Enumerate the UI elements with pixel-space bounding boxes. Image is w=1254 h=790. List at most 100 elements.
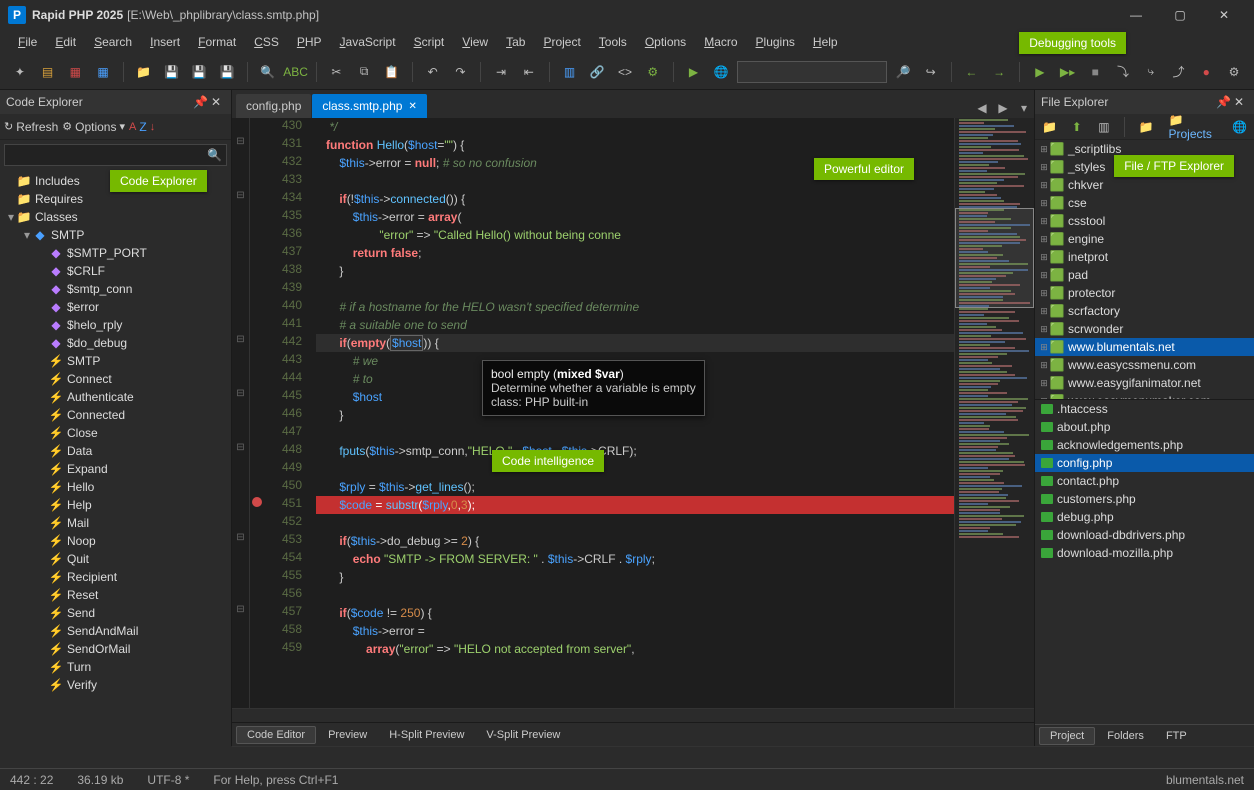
tree-item-recipient[interactable]: ⚡Recipient (0, 568, 231, 586)
paste-icon[interactable]: 📋 (380, 60, 404, 84)
tree-item-data[interactable]: ⚡Data (0, 442, 231, 460)
tree-item-smtp[interactable]: ⚡SMTP (0, 352, 231, 370)
tree-item-hello[interactable]: ⚡Hello (0, 478, 231, 496)
undo-icon[interactable]: ↶ (421, 60, 445, 84)
menu-script[interactable]: Script (406, 33, 453, 51)
view-tab-h-split-preview[interactable]: H-Split Preview (379, 727, 474, 743)
tree-item-error[interactable]: ◆$error (0, 298, 231, 316)
folder-item[interactable]: ⊞🟩scrfactory (1035, 302, 1254, 320)
tree-item-sendormail[interactable]: ⚡SendOrMail (0, 640, 231, 658)
tree-item-reset[interactable]: ⚡Reset (0, 586, 231, 604)
fe-tab-project[interactable]: Project (1039, 727, 1095, 745)
save-icon[interactable]: 💾 (160, 60, 184, 84)
folder-item[interactable]: ⊞🟩chkver (1035, 176, 1254, 194)
folder-item[interactable]: ⊞🟩www.blumentals.net (1035, 338, 1254, 356)
code-line[interactable] (316, 424, 954, 442)
run-icon[interactable]: ▶ (682, 60, 706, 84)
debug-stop-icon[interactable]: ■ (1083, 60, 1107, 84)
breakpoint-gutter[interactable] (250, 118, 264, 708)
fe-tab-ftp[interactable]: FTP (1156, 728, 1197, 744)
tree-item-smtpconn[interactable]: ◆$smtp_conn (0, 280, 231, 298)
tree-item-sendandmail[interactable]: ⚡SendAndMail (0, 622, 231, 640)
copy-icon[interactable]: ⧉ (352, 60, 376, 84)
tree-item-help[interactable]: ⚡Help (0, 496, 231, 514)
search-input[interactable] (5, 145, 203, 165)
open-icon[interactable]: 📁 (132, 60, 156, 84)
window-maximize-button[interactable]: ▢ (1158, 0, 1202, 30)
goto-icon[interactable]: ↪ (919, 60, 943, 84)
tree-item-expand[interactable]: ⚡Expand (0, 460, 231, 478)
file-item[interactable]: debug.php (1035, 508, 1254, 526)
pin-icon[interactable]: 📌 (193, 95, 207, 109)
folder-item[interactable]: ⊞🟩protector (1035, 284, 1254, 302)
tab-prev-icon[interactable]: ◀ (972, 98, 992, 118)
tree-item-close[interactable]: ⚡Close (0, 424, 231, 442)
code-line[interactable]: if(!$this->connected()) { (316, 190, 954, 208)
menu-format[interactable]: Format (190, 33, 244, 51)
new-html-icon[interactable]: ▦ (63, 60, 87, 84)
code-line[interactable] (316, 514, 954, 532)
window-close-button[interactable]: ✕ (1202, 0, 1246, 30)
menu-css[interactable]: CSS (246, 33, 287, 51)
url-input[interactable] (737, 61, 887, 83)
panel-close-icon[interactable]: ✕ (211, 95, 225, 109)
code-line[interactable]: echo "SMTP -> FROM SERVER: " . $this->CR… (316, 550, 954, 568)
tool-icon[interactable]: ⚙ (641, 60, 665, 84)
redo-icon[interactable]: ↷ (448, 60, 472, 84)
tree-item-helorply[interactable]: ◆$helo_rply (0, 316, 231, 334)
code-line[interactable]: $this->error = array( (316, 208, 954, 226)
minimap[interactable] (954, 118, 1034, 708)
code-line[interactable] (316, 460, 954, 478)
folder-item[interactable]: ⊞🟩www.easygifanimator.net (1035, 374, 1254, 392)
globe-icon[interactable]: 🌐 (1229, 115, 1250, 139)
code-line[interactable]: function Hello($host="") { (316, 136, 954, 154)
tree-item-mail[interactable]: ⚡Mail (0, 514, 231, 532)
nav-fwd-icon[interactable]: → (987, 60, 1011, 84)
folder-item[interactable]: ⊞🟩engine (1035, 230, 1254, 248)
brand-link[interactable]: blumentals.net (1166, 773, 1244, 787)
code-line[interactable]: if($code != 250) { (316, 604, 954, 622)
breakpoint-icon[interactable]: ● (1194, 60, 1218, 84)
menu-javascript[interactable]: JavaScript (332, 33, 404, 51)
tag-icon[interactable]: <> (613, 60, 637, 84)
fold-gutter[interactable]: ⊟⊟⊟⊟⊟⊟⊟ (232, 118, 250, 708)
editor[interactable]: ⊟⊟⊟⊟⊟⊟⊟ 43043143243343443543643743843944… (232, 118, 1034, 708)
code-line[interactable]: fputs($this->smtp_conn,"HELO " . $host .… (316, 442, 954, 460)
file-item[interactable]: .htaccess (1035, 400, 1254, 418)
menu-edit[interactable]: Edit (47, 33, 84, 51)
tree-item-dodebug[interactable]: ◆$do_debug (0, 334, 231, 352)
file-list[interactable]: .htaccessabout.phpacknowledgements.phpco… (1035, 400, 1254, 724)
code-line[interactable]: "error" => "Called Hello() without being… (316, 226, 954, 244)
file-item[interactable]: download-dbdrivers.php (1035, 526, 1254, 544)
editor-hscroll[interactable] (232, 708, 1034, 722)
debug-out-icon[interactable]: ⤴ (1167, 60, 1191, 84)
folder-item[interactable]: ⊞🟩pad (1035, 266, 1254, 284)
code-line[interactable]: $code = substr($rply,0,3); (316, 496, 954, 514)
up-icon[interactable]: ⬆ (1066, 115, 1087, 139)
code-line[interactable]: */ (316, 118, 954, 136)
file-item[interactable]: contact.php (1035, 472, 1254, 490)
folder-item[interactable]: ⊞🟩inetprot (1035, 248, 1254, 266)
debug-run-icon[interactable]: ▶ (1028, 60, 1052, 84)
file-item[interactable]: config.php (1035, 454, 1254, 472)
cut-icon[interactable]: ✂ (325, 60, 349, 84)
code-line[interactable]: } (316, 568, 954, 586)
tree-item-quit[interactable]: ⚡Quit (0, 550, 231, 568)
options-button[interactable]: ⚙ Options ▾ (62, 120, 125, 134)
menu-help[interactable]: Help (805, 33, 846, 51)
tree-item-connected[interactable]: ⚡Connected (0, 406, 231, 424)
tree-item-smtpport[interactable]: ◆$SMTP_PORT (0, 244, 231, 262)
file-item[interactable]: acknowledgements.php (1035, 436, 1254, 454)
tree-item-smtp[interactable]: ▾◆SMTP (0, 226, 231, 244)
code-line[interactable]: $rply = $this->get_lines(); (316, 478, 954, 496)
new-doc-icon[interactable]: ▤ (36, 60, 60, 84)
pin-icon[interactable]: 📌 (1216, 95, 1230, 109)
editor-tab[interactable]: config.php (236, 94, 311, 118)
code-line[interactable]: $this->error = (316, 622, 954, 640)
code-line[interactable]: # a suitable one to send (316, 316, 954, 334)
indent-icon[interactable]: ⇥ (489, 60, 513, 84)
search-icon[interactable]: 🔍 (256, 60, 280, 84)
code-line[interactable]: # if a hostname for the HELO wasn't spec… (316, 298, 954, 316)
tree-item-requires[interactable]: 📁Requires (0, 190, 231, 208)
folder-item[interactable]: ⊞🟩csstool (1035, 212, 1254, 230)
